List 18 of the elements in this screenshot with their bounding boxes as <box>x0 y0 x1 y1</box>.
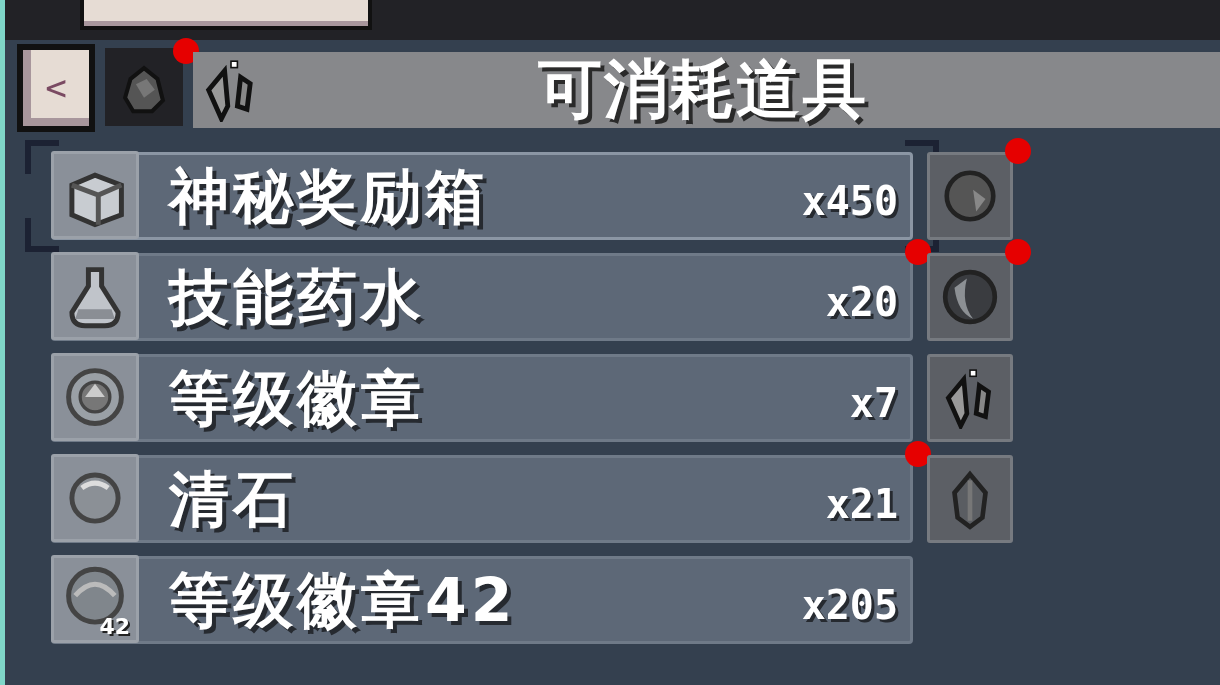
item-count: x21 <box>825 480 898 529</box>
item-count: x450 <box>801 177 898 226</box>
item-row[interactable]: 等级徽章 x7 <box>51 354 913 442</box>
icon-number: 42 <box>99 615 130 638</box>
item-count: x205 <box>801 581 898 630</box>
item-row[interactable]: 神秘奖励箱 x450 <box>51 152 913 240</box>
item-count: x20 <box>825 278 898 327</box>
item-row[interactable]: 技能药水 x20 <box>51 253 913 341</box>
item-name: 神秘奖励箱 <box>169 160 489 233</box>
item-row[interactable]: 42 等级徽章42 x205 <box>51 556 913 644</box>
back-button[interactable]: < <box>17 44 95 132</box>
item-name: 等级徽章42 <box>169 564 517 637</box>
item-name: 技能药水 <box>169 261 425 334</box>
item-name: 清石 <box>169 463 297 536</box>
item-count: x7 <box>849 379 898 428</box>
category-title: 可消耗道具 <box>538 54 868 124</box>
item-row[interactable]: 清石 x21 <box>51 455 913 543</box>
item-name: 等级徽章 <box>169 362 425 435</box>
